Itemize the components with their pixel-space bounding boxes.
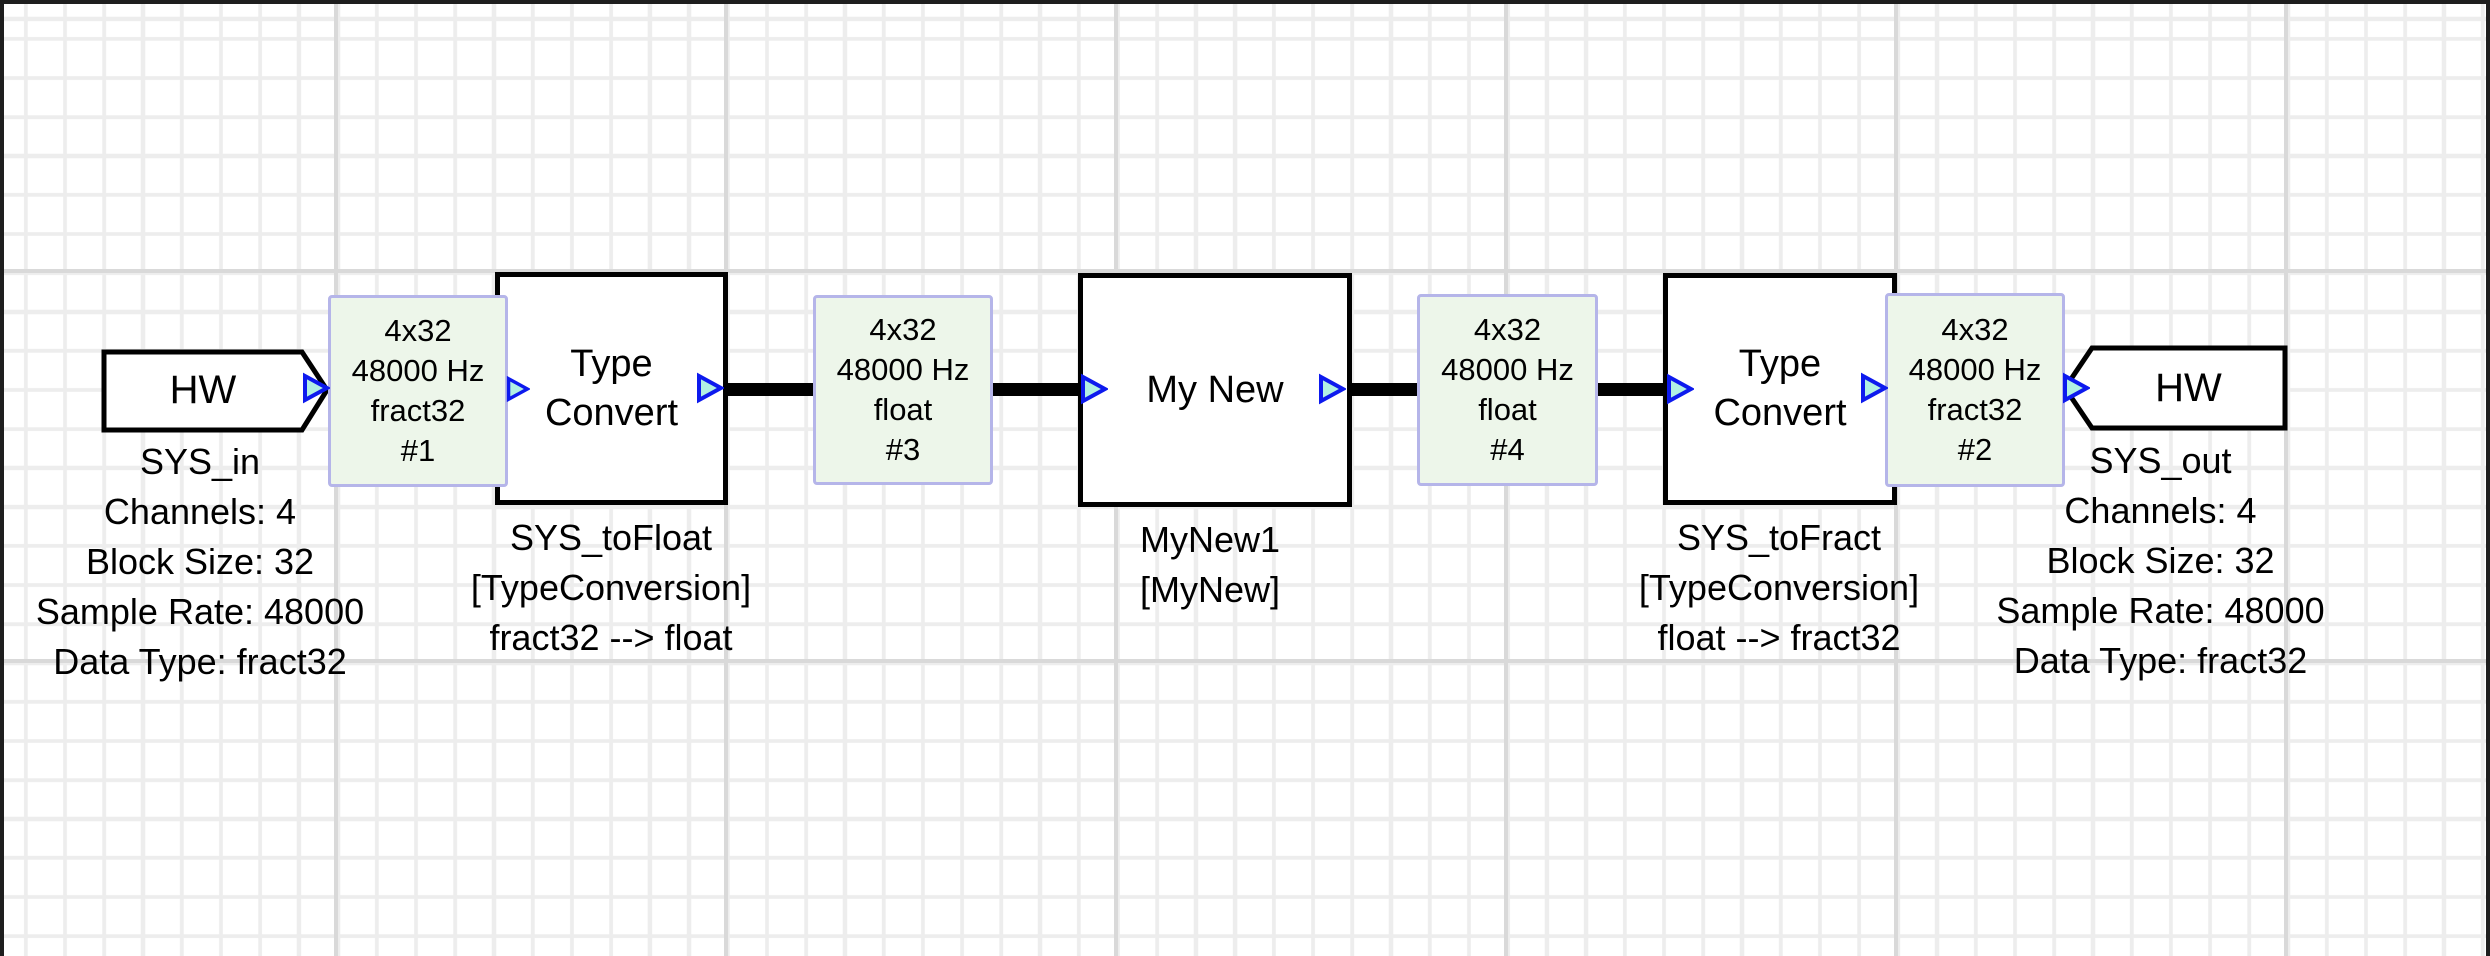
block-size-label: Block Size: 32 (0, 537, 400, 587)
wire-rate: 48000 Hz (1909, 350, 2042, 390)
wire-size: 4x32 (869, 310, 936, 350)
block-class-label: [MyNew] (1010, 565, 1410, 615)
type-convert-2-labels: SYS_toFract [TypeConversion] float --> f… (1529, 513, 2029, 663)
hw-output-title: HW (2092, 348, 2285, 428)
wire-type: float (874, 390, 933, 430)
signal-wire[interactable] (1595, 383, 1670, 396)
wire-id: #3 (886, 430, 920, 470)
wire-info-box-4[interactable]: 4x32 48000 Hz float #4 (1417, 294, 1598, 486)
wire-type: fract32 (1928, 390, 2023, 430)
wire-info-box-1[interactable]: 4x32 48000 Hz fract32 #1 (328, 295, 508, 487)
type-convert-1-input-port-icon[interactable] (506, 375, 530, 403)
my-new-labels: MyNew1 [MyNew] (1010, 515, 1410, 615)
type-convert-2-input-port-icon[interactable] (1666, 373, 1694, 405)
sample-rate-label: Sample Rate: 48000 (1958, 586, 2363, 636)
wire-size: 4x32 (1941, 310, 2008, 350)
signal-wire[interactable] (1350, 383, 1422, 396)
channels-label: Channels: 4 (1958, 486, 2363, 536)
signal-wire[interactable] (726, 383, 818, 396)
wire-size: 4x32 (1474, 310, 1541, 350)
wire-info-box-3[interactable]: 4x32 48000 Hz float #3 (813, 295, 993, 485)
block-size-label: Block Size: 32 (1958, 536, 2363, 586)
wire-rate: 48000 Hz (1441, 350, 1574, 390)
type-convert-1-title: Type Convert (527, 340, 697, 438)
wire-id: #1 (401, 431, 435, 471)
sysout-input-port-icon[interactable] (2062, 372, 2090, 404)
conversion-label: fract32 --> float (361, 613, 861, 663)
my-new-block[interactable]: My New (1078, 273, 1352, 507)
canvas-border-top (0, 0, 2490, 4)
type-convert-1-output-port-icon[interactable] (696, 372, 724, 404)
hw-input-title: HW (104, 352, 302, 429)
wire-rate: 48000 Hz (352, 351, 485, 391)
canvas-border-left (0, 0, 4, 956)
wire-id: #4 (1490, 430, 1524, 470)
channels-label: Channels: 4 (0, 487, 400, 537)
block-class-label: [TypeConversion] (361, 563, 861, 613)
block-name-label: MyNew1 (1010, 515, 1410, 565)
sample-rate-label: Sample Rate: 48000 (0, 587, 400, 637)
type-convert-2-title: Type Convert (1695, 340, 1865, 438)
data-type-label: Data Type: fract32 (0, 637, 400, 687)
wire-id: #2 (1958, 430, 1992, 470)
conversion-label: float --> fract32 (1529, 613, 2029, 663)
signal-wire[interactable] (990, 383, 1090, 396)
schematic-canvas[interactable]: HW Type Convert My New Type Convert HW 4… (0, 0, 2490, 956)
block-name-label: SYS_toFract (1529, 513, 2029, 563)
my-new-title: My New (1105, 366, 1325, 415)
wire-size: 4x32 (384, 311, 451, 351)
wire-info-box-2[interactable]: 4x32 48000 Hz fract32 #2 (1885, 293, 2065, 487)
type-convert-1-labels: SYS_toFloat [TypeConversion] fract32 -->… (361, 513, 861, 663)
sysin-output-port-icon[interactable] (302, 372, 330, 404)
type-convert-2-output-port-icon[interactable] (1860, 372, 1888, 404)
data-type-label: Data Type: fract32 (1958, 636, 2363, 686)
canvas-border-right (2486, 0, 2490, 956)
wire-rate: 48000 Hz (837, 350, 970, 390)
wire-type: float (1478, 390, 1537, 430)
wire-type: fract32 (371, 391, 466, 431)
block-name-label: SYS_toFloat (361, 513, 861, 563)
my-new-output-port-icon[interactable] (1318, 373, 1346, 405)
block-class-label: [TypeConversion] (1529, 563, 2029, 613)
my-new-input-port-icon[interactable] (1080, 373, 1108, 405)
